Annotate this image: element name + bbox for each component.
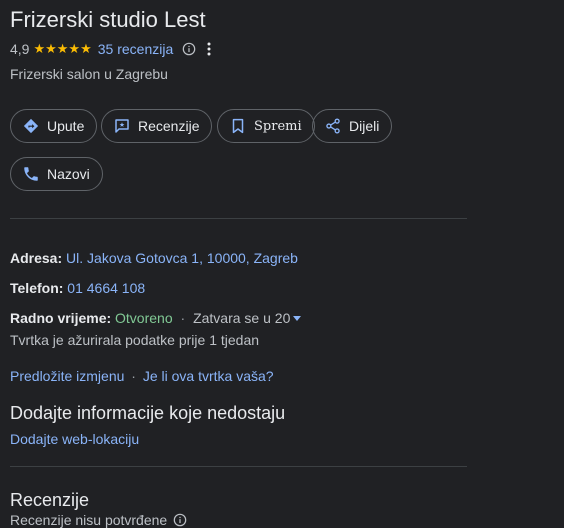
call-button[interactable]: Nazovi	[10, 157, 103, 191]
hours-dropdown[interactable]: Zatvara se u 20	[193, 310, 302, 326]
business-title: Frizerski studio Lest	[10, 7, 206, 32]
address-link[interactable]: Ul. Jakova Gotovca 1, 10000, Zagreb	[66, 250, 298, 266]
phone-icon	[24, 167, 38, 181]
business-category: Frizerski salon u Zagrebu	[10, 66, 168, 82]
info-icon[interactable]	[173, 513, 187, 527]
share-icon	[326, 118, 340, 134]
bookmark-icon	[232, 118, 244, 134]
directions-button[interactable]: Upute	[10, 109, 98, 143]
reviews-count-link[interactable]: 35 recenzija	[98, 41, 174, 57]
divider	[10, 218, 467, 219]
edit-links-row: Predložite izmjenu · Je li ova tvrtka va…	[10, 368, 274, 384]
call-label: Nazovi	[47, 166, 90, 182]
divider	[10, 466, 467, 467]
reviews-button[interactable]: Recenzije	[101, 109, 213, 143]
share-button[interactable]: Dijeli	[312, 109, 393, 143]
rating-row: 4,9 ★★★★★ 35 recenzija	[10, 41, 211, 57]
reviews-note-row: Recenzije nisu potvrđene	[10, 512, 187, 528]
hours-label: Radno vrijeme:	[10, 310, 112, 326]
updated-note-text: Tvrtka je ažurirala podatke prije 1 tjed…	[10, 332, 260, 348]
reviews-label: Recenzije	[138, 118, 200, 134]
phone-label: Telefon:	[10, 280, 64, 296]
hours-row: Radno vrijeme: Otvoreno · Zatvara se u 2…	[10, 310, 302, 326]
reviews-heading: Recenzije	[10, 490, 90, 510]
address-label: Adresa:	[10, 250, 63, 266]
directions-label: Upute	[47, 118, 85, 134]
hours-status: Otvoreno	[115, 310, 173, 326]
share-label: Dijeli	[349, 118, 380, 134]
updated-note: Tvrtka je ažurirala podatke prije 1 tjed…	[10, 332, 259, 348]
add-website-row: Dodajte web-lokaciju	[10, 431, 139, 447]
caret-down-icon	[293, 315, 302, 321]
phone-link[interactable]: 01 4664 108	[67, 280, 145, 296]
phone-row: Telefon: 01 4664 108	[10, 280, 145, 296]
more-options-icon[interactable]	[207, 42, 211, 56]
reviews-note: Recenzije nisu potvrđene	[10, 512, 168, 528]
directions-icon	[23, 118, 39, 134]
missing-info-heading: Dodajte informacije koje nedostaju	[10, 403, 286, 423]
suggest-edit-link[interactable]: Predložite izmjenu	[10, 368, 124, 384]
hours-closing: Zatvara se u 20	[193, 310, 291, 326]
claim-business-link[interactable]: Je li ova tvrtka vaša?	[143, 368, 274, 384]
review-icon	[115, 119, 129, 133]
address-row: Adresa: Ul. Jakova Gotovca 1, 10000, Zag…	[10, 250, 298, 266]
rating-value: 4,9	[10, 41, 30, 57]
info-icon[interactable]	[182, 42, 196, 56]
links-separator: ·	[131, 368, 136, 384]
hours-separator: ·	[180, 310, 186, 326]
save-button[interactable]: Spremi	[217, 109, 315, 143]
add-website-link[interactable]: Dodajte web-lokaciju	[10, 431, 139, 447]
save-label: Spremi	[254, 118, 302, 134]
star-rating: ★★★★★	[33, 41, 92, 56]
